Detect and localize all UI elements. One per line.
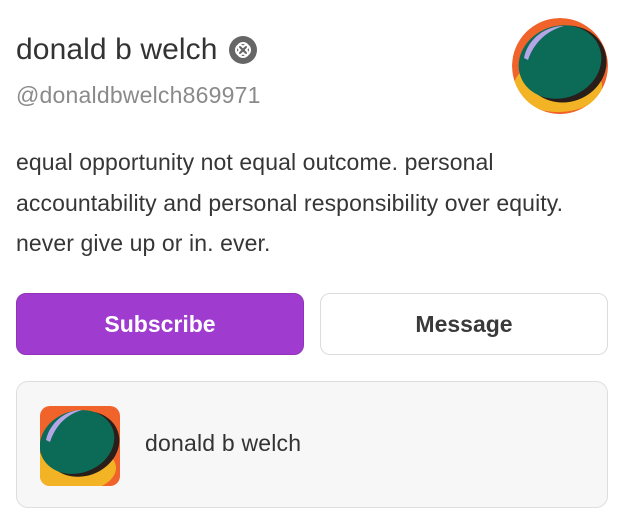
avatar[interactable] [512,18,608,114]
name-row: donald b welch [16,28,258,72]
publication-card[interactable]: donald b welch [16,381,608,508]
publication-name: donald b welch [145,430,302,456]
publication-logo [40,406,120,486]
user-handle: @donaldbwelch869971 [16,82,261,108]
display-name: donald b welch [16,33,218,66]
verified-badge-icon [228,35,258,65]
profile-bio: equal opportunity not equal outcome. per… [16,149,564,256]
subscribe-button[interactable]: Subscribe [16,293,304,355]
message-button[interactable]: Message [320,293,608,355]
profile-header: donald b welch @donaldbwelch869971 [16,18,608,118]
